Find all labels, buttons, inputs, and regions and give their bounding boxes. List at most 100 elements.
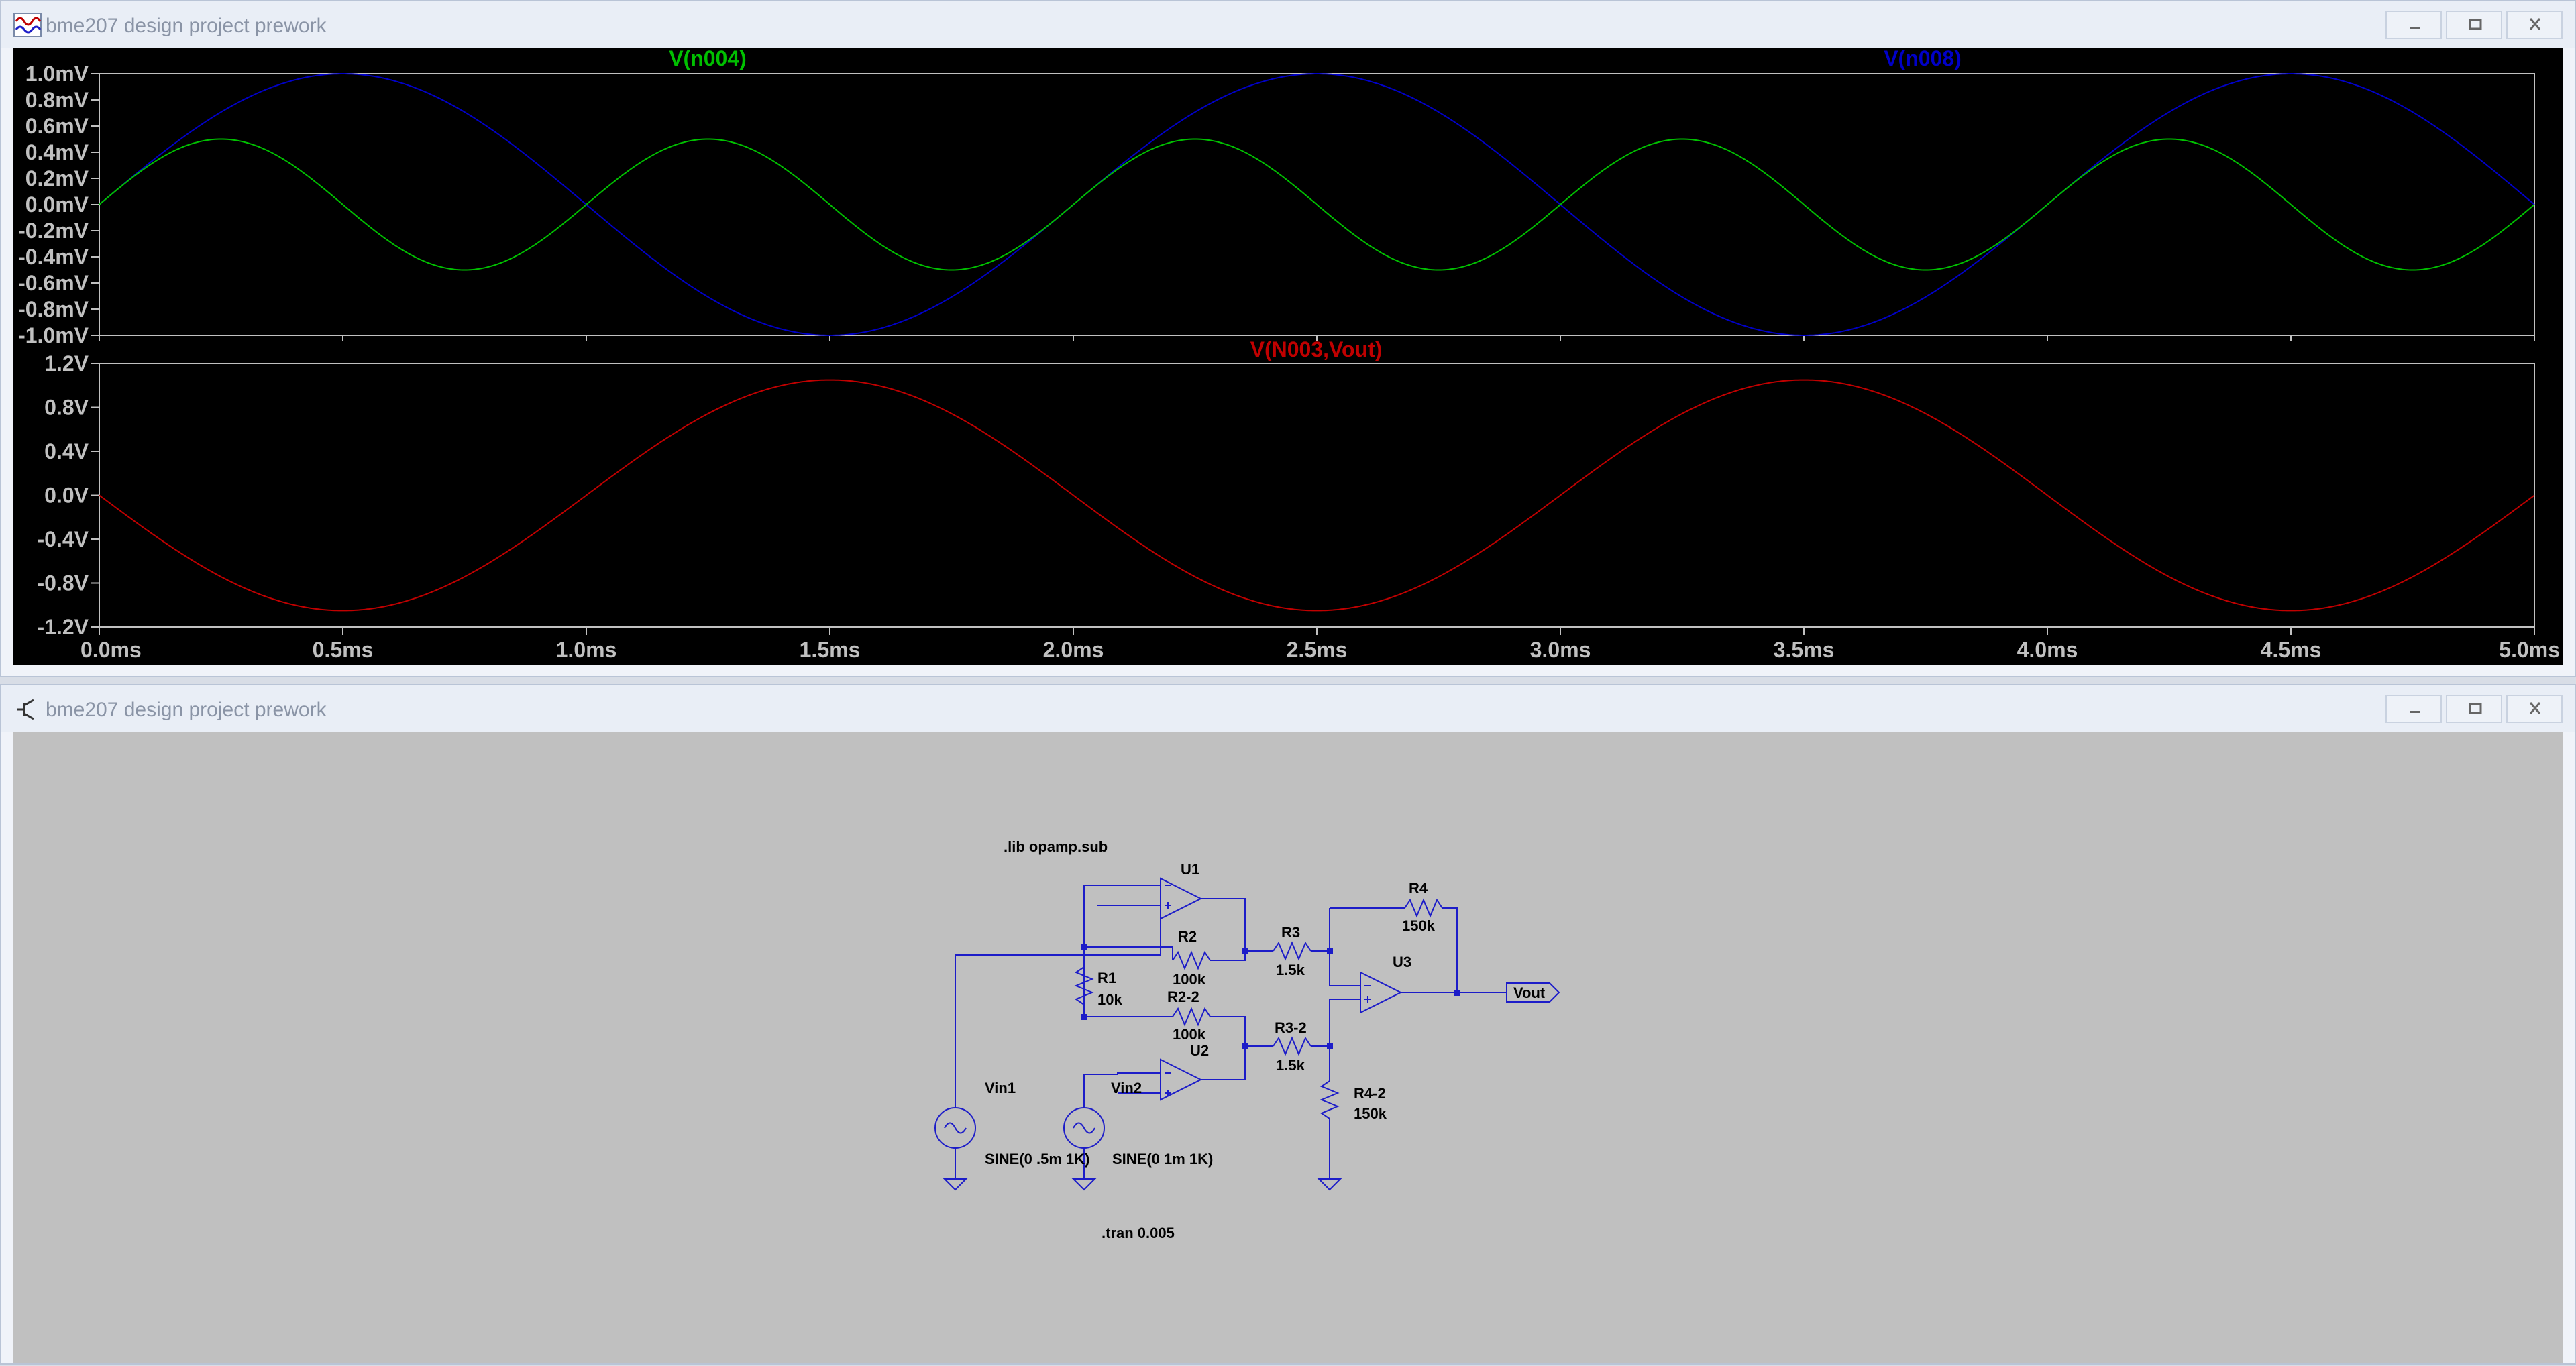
legend-v-n008[interactable]: V(n008) xyxy=(1884,46,1962,70)
close-button[interactable] xyxy=(2506,695,2563,723)
x-tick-label: 0.0ms xyxy=(80,638,142,662)
window-title: bme207 design project prework xyxy=(46,699,327,721)
y-tick-label: 0.8V xyxy=(44,396,89,420)
ground-symbol xyxy=(943,1178,968,1191)
x-tick-label: 2.5ms xyxy=(1287,638,1348,662)
r3-2-resistor-symbol[interactable] xyxy=(1273,1036,1311,1056)
r2-2-value[interactable]: 100k xyxy=(1173,1026,1206,1043)
y-tick-label: -0.4V xyxy=(38,527,89,551)
ground-symbol xyxy=(1317,1178,1342,1191)
schematic-drawing[interactable]: .lib opamp.sub U1 R2 100k R1 10k R2-2 10… xyxy=(13,732,2563,1363)
y-tick-label: 0.2mV xyxy=(25,166,89,190)
tran-directive[interactable]: .tran 0.005 xyxy=(1102,1225,1175,1241)
restore-icon xyxy=(2469,703,2482,714)
minimize-icon xyxy=(2410,27,2420,29)
junction-dot xyxy=(1327,1043,1333,1049)
junction-dot xyxy=(1242,948,1248,954)
bottom-pane-frame xyxy=(99,363,2535,628)
x-tick-label: 1.5ms xyxy=(800,638,861,662)
x-tick-label: 1.0ms xyxy=(556,638,617,662)
ground-symbol xyxy=(1071,1178,1097,1191)
y-tick-label: -0.8V xyxy=(38,571,89,595)
r3-value[interactable]: 1.5k xyxy=(1276,962,1305,978)
restore-icon xyxy=(2469,19,2482,30)
junction-dot xyxy=(1454,990,1460,996)
junction-dot xyxy=(1081,944,1087,950)
y-tick-label: -0.8mV xyxy=(18,297,89,321)
waveform-titlebar[interactable]: bme207 design project prework xyxy=(1,1,2575,48)
r4-label[interactable]: R4 xyxy=(1409,880,1428,897)
y-tick-label: -0.4mV xyxy=(18,245,89,269)
y-tick-label: 0.0V xyxy=(44,483,89,508)
schematic-canvas[interactable]: .lib opamp.sub U1 R2 100k R1 10k R2-2 10… xyxy=(13,732,2563,1363)
r1-label[interactable]: R1 xyxy=(1097,970,1116,986)
r4-value[interactable]: 150k xyxy=(1402,917,1436,934)
vin1-label[interactable]: Vin1 xyxy=(985,1080,1016,1096)
y-tick-label: -0.2mV xyxy=(18,219,89,243)
y-tick-label: 0.8mV xyxy=(25,88,89,112)
y-tick-label: 0.0mV xyxy=(25,192,89,217)
y-tick-label: -1.0mV xyxy=(18,323,89,347)
schematic-editor-icon xyxy=(17,699,34,720)
minimize-button[interactable] xyxy=(2385,695,2442,723)
y-tick-label: 0.4V xyxy=(44,439,89,463)
close-icon xyxy=(2529,702,2541,714)
r2-label[interactable]: R2 xyxy=(1178,928,1197,945)
schematic-titlebar[interactable]: bme207 design project prework xyxy=(1,685,2575,732)
r3-resistor-symbol[interactable] xyxy=(1273,941,1311,961)
r4-resistor-symbol[interactable] xyxy=(1404,898,1443,918)
minimize-button[interactable] xyxy=(2385,11,2442,39)
vin2-label[interactable]: Vin2 xyxy=(1111,1080,1142,1096)
y-tick-label: 0.6mV xyxy=(25,114,89,138)
r2-2-label[interactable]: R2-2 xyxy=(1167,988,1199,1005)
x-tick-label: 5.0ms xyxy=(2499,638,2560,662)
x-tick-label: 3.0ms xyxy=(1530,638,1591,662)
r3-label[interactable]: R3 xyxy=(1281,924,1300,941)
r2-resistor-symbol[interactable] xyxy=(1172,950,1211,970)
y-tick-label: -0.6mV xyxy=(18,271,89,295)
u3-opamp-symbol[interactable] xyxy=(1360,971,1403,1014)
waveform-chart[interactable]: V(n004) V(n008) V(N003,Vout) 1.0mV0.8mV0… xyxy=(13,46,2563,665)
u3-label[interactable]: U3 xyxy=(1393,954,1411,970)
legend-v-n004[interactable]: V(n004) xyxy=(669,46,747,70)
r4-2-resistor-symbol[interactable] xyxy=(1320,1080,1340,1119)
vin2-value[interactable]: SINE(0 1m 1K) xyxy=(1112,1151,1213,1168)
close-button[interactable] xyxy=(2506,11,2563,39)
lib-directive[interactable]: .lib opamp.sub xyxy=(1004,838,1108,855)
junction-dot xyxy=(1242,1043,1248,1049)
x-tick-label: 4.0ms xyxy=(2017,638,2078,662)
x-tick-label: 2.0ms xyxy=(1043,638,1104,662)
x-tick-label: 3.5ms xyxy=(1774,638,1835,662)
minimize-icon xyxy=(2410,711,2420,713)
r2-value[interactable]: 100k xyxy=(1173,971,1206,988)
x-tick-label: 4.5ms xyxy=(2261,638,2322,662)
trace-v-n003-vout[interactable] xyxy=(99,379,2535,612)
y-tick-label: 1.0mV xyxy=(25,62,89,86)
junction-dot xyxy=(1327,948,1333,954)
r1-value[interactable]: 10k xyxy=(1097,991,1122,1008)
legend-v-n003-vout[interactable]: V(N003,Vout) xyxy=(1250,337,1383,361)
u1-label[interactable]: U1 xyxy=(1181,861,1199,878)
restore-button[interactable] xyxy=(2446,11,2502,39)
schematic-window[interactable]: bme207 design project prework .lib opamp… xyxy=(0,684,2576,1365)
y-tick-label: 1.2V xyxy=(44,351,89,376)
r2-2-resistor-symbol[interactable] xyxy=(1172,1007,1211,1027)
r4-2-value[interactable]: 150k xyxy=(1354,1105,1387,1122)
y-tick-label: 0.4mV xyxy=(25,140,89,164)
vin1-value[interactable]: SINE(0 .5m 1K) xyxy=(985,1151,1090,1168)
r3-2-value[interactable]: 1.5k xyxy=(1276,1057,1305,1074)
y-tick-label: -1.2V xyxy=(38,615,89,639)
r4-2-label[interactable]: R4-2 xyxy=(1354,1085,1386,1102)
vout-label[interactable]: Vout xyxy=(1513,984,1546,1001)
u2-label[interactable]: U2 xyxy=(1190,1042,1209,1059)
close-icon xyxy=(2529,18,2541,30)
waveform-viewer-icon xyxy=(13,13,42,37)
waveform-plot-area[interactable]: V(n004) V(n008) V(N003,Vout) 1.0mV 0.8mV 0… xyxy=(13,46,2563,665)
trace-v-n004[interactable] xyxy=(99,138,2535,271)
x-tick-label: 0.5ms xyxy=(313,638,374,662)
window-title: bme207 design project prework xyxy=(46,15,327,37)
restore-button[interactable] xyxy=(2446,695,2502,723)
r3-2-label[interactable]: R3-2 xyxy=(1275,1019,1307,1036)
junction-dot xyxy=(1081,1014,1087,1020)
waveform-window[interactable]: bme207 design project prework V(n004) V(… xyxy=(0,0,2576,677)
